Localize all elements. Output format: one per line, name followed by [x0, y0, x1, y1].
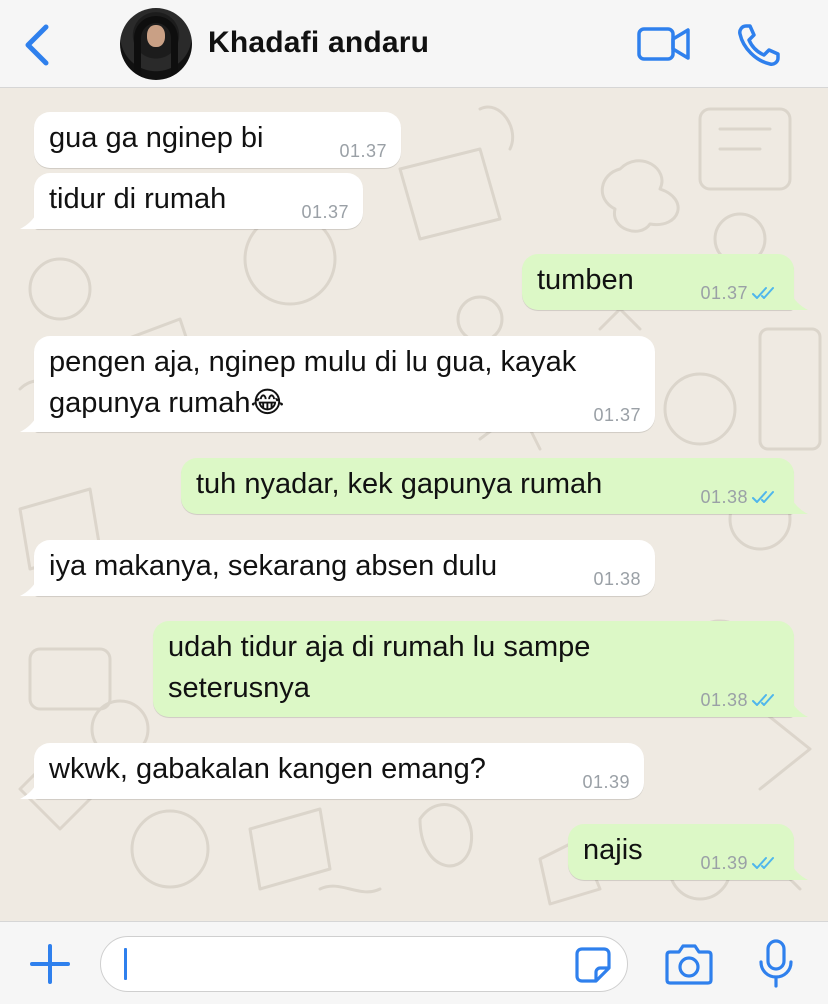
read-receipt-icon — [752, 287, 774, 299]
phone-icon — [738, 24, 780, 66]
microphone-button[interactable] — [756, 938, 796, 990]
message-text: tumben — [537, 264, 634, 296]
read-receipt-icon — [752, 491, 774, 503]
chat-messages-area[interactable]: gua ga nginep bi 01.37 tidur di rumah 01… — [0, 89, 828, 921]
message-timestamp: 01.37 — [593, 405, 641, 425]
message-timestamp: 01.39 — [582, 772, 630, 792]
avatar-face — [147, 25, 165, 47]
contact-avatar[interactable] — [120, 8, 192, 80]
camera-icon — [665, 944, 713, 985]
video-call-button[interactable] — [636, 24, 692, 64]
message-text: iya makanya, sekarang absen dulu — [49, 550, 498, 582]
back-button[interactable] — [18, 24, 58, 66]
message-bubble-incoming[interactable]: iya makanya, sekarang absen dulu 01.38 — [34, 540, 655, 596]
read-receipt-icon — [752, 694, 774, 706]
chat-header: Khadafi andaru — [0, 0, 828, 88]
read-receipt-icon — [752, 857, 774, 869]
message-bubble-outgoing[interactable]: tuh nyadar, kek gapunya rumah 01.38 — [181, 458, 794, 514]
message-composer — [0, 921, 828, 1004]
text-cursor — [124, 948, 127, 980]
message-timestamp: 01.37 — [339, 141, 387, 161]
message-text: tidur di rumah — [49, 183, 227, 215]
message-bubble-incoming[interactable]: gua ga nginep bi 01.37 — [34, 112, 401, 168]
message-text: najis — [583, 834, 643, 866]
contact-name[interactable]: Khadafi andaru — [208, 26, 429, 60]
bubble-tail — [790, 292, 808, 310]
sticker-button[interactable] — [574, 946, 612, 984]
message-text: pengen aja, nginep mulu di lu gua, kayak… — [49, 346, 577, 419]
message-timestamp: 01.38 — [700, 690, 748, 710]
message-text: udah tidur aja di rumah lu sampe seterus… — [168, 631, 591, 704]
message-timestamp: 01.37 — [301, 202, 349, 222]
message-input[interactable] — [100, 936, 628, 992]
message-text: wkwk, gabakalan kangen emang? — [49, 753, 486, 785]
bubble-tail — [20, 578, 38, 596]
message-timestamp: 01.37 — [700, 283, 748, 303]
message-bubble-incoming[interactable]: wkwk, gabakalan kangen emang? 01.39 — [34, 743, 644, 799]
bubble-tail — [790, 496, 808, 514]
chevron-left-icon — [25, 24, 49, 66]
message-text: tuh nyadar, kek gapunya rumah — [196, 468, 603, 500]
microphone-icon — [759, 939, 793, 988]
message-bubble-outgoing[interactable]: tumben 01.37 — [522, 254, 794, 310]
message-bubble-outgoing[interactable]: najis 01.39 — [568, 824, 794, 880]
bubble-tail — [20, 781, 38, 799]
message-timestamp: 01.38 — [700, 487, 748, 507]
message-bubble-outgoing[interactable]: udah tidur aja di rumah lu sampe seterus… — [153, 621, 794, 717]
attach-button[interactable] — [28, 942, 72, 986]
bubble-tail — [20, 414, 38, 432]
plus-icon — [30, 944, 70, 984]
bubble-tail — [20, 211, 38, 229]
camera-button[interactable] — [664, 942, 714, 986]
video-camera-icon — [637, 27, 690, 61]
voice-call-button[interactable] — [736, 22, 782, 68]
message-text: gua ga nginep bi — [49, 122, 264, 154]
message-bubble-incoming[interactable]: pengen aja, nginep mulu di lu gua, kayak… — [34, 336, 655, 432]
message-timestamp: 01.39 — [700, 853, 748, 873]
sticker-icon — [575, 947, 611, 983]
message-timestamp: 01.38 — [593, 569, 641, 589]
bubble-tail — [790, 862, 808, 880]
bubble-tail — [790, 699, 808, 717]
message-bubble-incoming[interactable]: tidur di rumah 01.37 — [34, 173, 363, 229]
